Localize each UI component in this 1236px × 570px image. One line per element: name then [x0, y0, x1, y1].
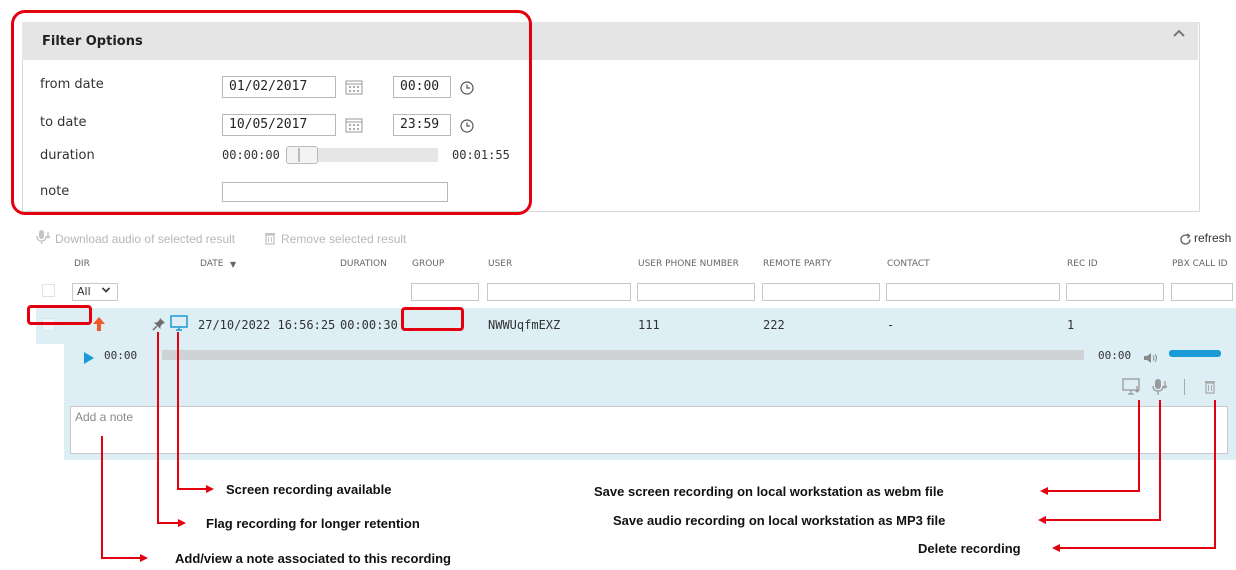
annotation-note: Add/view a note associated to this recor… — [175, 551, 451, 566]
annotation-flag: Flag recording for longer retention — [206, 516, 420, 531]
annotation-save-mp3: Save audio recording on local workstatio… — [613, 513, 946, 528]
annotation-screen-recording: Screen recording available — [226, 482, 392, 497]
annotation-save-webm: Save screen recording on local workstati… — [594, 484, 944, 499]
annotation-delete: Delete recording — [918, 541, 1021, 556]
